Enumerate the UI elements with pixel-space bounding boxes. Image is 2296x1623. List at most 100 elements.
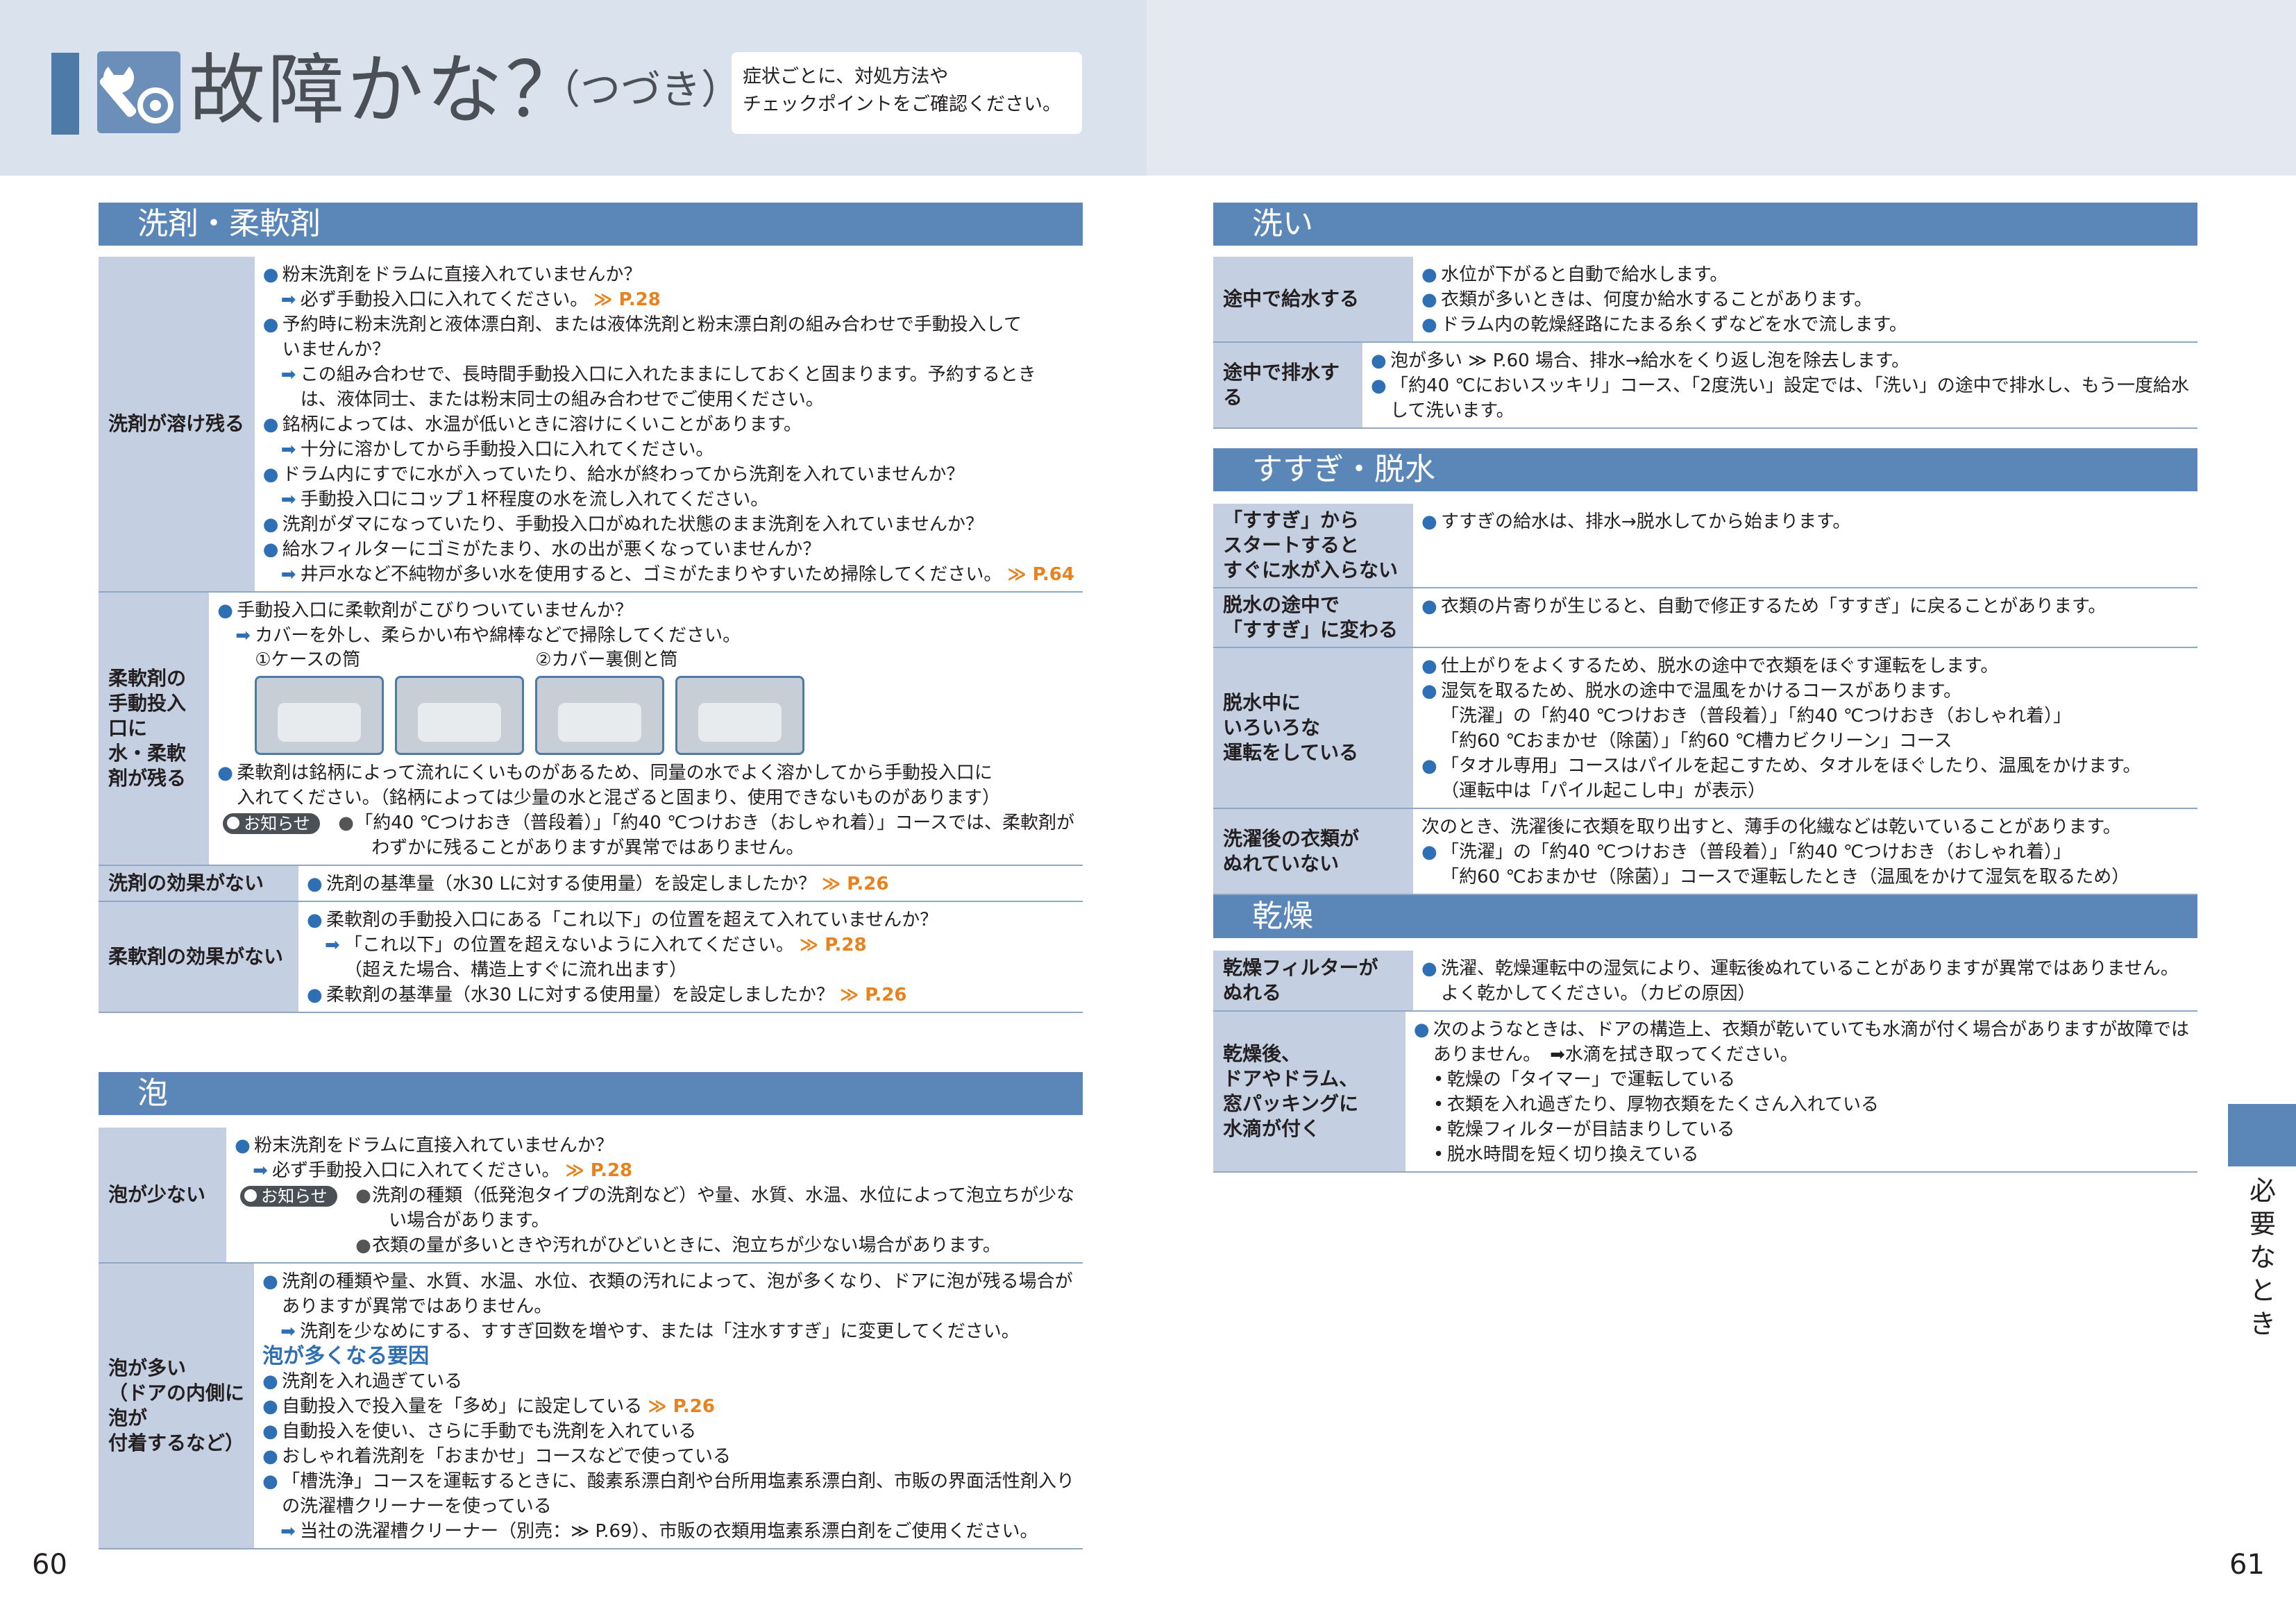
content-line: 乾燥の「タイマー」で運転している: [1414, 1067, 2189, 1092]
row-label-text: 柔軟剤の効果がない: [108, 944, 283, 969]
line-text: 必ず手動投入口に入れてください。: [300, 289, 589, 310]
content-line: 自動投入で投入量を「多め」に設定している≫ P.26: [262, 1394, 1074, 1419]
content-line: 給水フィルターにゴミがたまり、水の出が悪くなっていませんか？: [263, 537, 1074, 562]
line-text: 衣類の片寄りが生じると、自動で修正するため「すすぎ」に戻ることがあります。: [1441, 596, 2107, 617]
dispenser-photo: [535, 676, 665, 755]
content-line: して洗います。: [1371, 398, 2189, 423]
table-detergent: 洗剤が溶け残る粉末洗剤をドラムに直接入れていませんか？必ず手動投入口に入れてくだ…: [99, 257, 1083, 1013]
row-content: 柔軟剤の手動投入口にある「これ以下」の位置を超えて入れていませんか？「これ以下」…: [298, 902, 1083, 1012]
line-text: 「約60 ℃おまかせ（除菌）」「約60 ℃槽カビクリーン」コース: [1441, 731, 1952, 751]
content-line: 柔軟剤の基準量（水30 Lに対する使用量）を設定しましたか？≫ P.26: [307, 983, 1074, 1008]
line-text: 衣類の量が多いときや汚れがひどいときに、泡立ちが少ない場合があります。: [372, 1235, 1001, 1256]
section-heading-detergent: 洗剤・柔軟剤: [99, 203, 1083, 246]
line-text: ドラム内にすでに水が入っていたり、給水が終わってから洗剤を入れていませんか？: [282, 464, 965, 485]
row-label-text: 「すすぎ」から スタートすると すぐに水が入らない: [1223, 508, 1398, 583]
content-line: ありますが異常ではありません。: [262, 1294, 1074, 1319]
row-content: 洗剤の種類や量、水質、水温、水位、衣類の汚れによって、泡が多くなり、ドアに泡が残…: [254, 1264, 1083, 1548]
content-line: 入れてください。（銘柄によっては少量の水と混ざると固まり、使用できないものがあり…: [217, 785, 1074, 810]
label-line: 脱水中に: [1223, 691, 1301, 714]
table-row: 途中で排水する泡が多い ≫ P.60 場合、排水→給水をくり返し泡を除去します。…: [1213, 343, 2197, 429]
content-line: 衣類の量が多いときや汚れがひどいときに、泡立ちが少ない場合があります。: [235, 1233, 1074, 1258]
table-row: 泡が少ない粉末洗剤をドラムに直接入れていませんか？必ず手動投入口に入れてください…: [99, 1128, 1083, 1264]
line-text: 洗剤の基準量（水30 Lに対する使用量）を設定しましたか？: [326, 874, 816, 894]
line-text: 乾燥の「タイマー」で運転している: [1446, 1069, 1736, 1090]
content-line: 洗剤を入れ過ぎている: [262, 1369, 1074, 1394]
line-text: の洗濯槽クリーナーを使っている: [282, 1496, 552, 1517]
label-line: スタートすると: [1223, 534, 1360, 556]
line-text: 柔軟剤は銘柄によって流れにくいものがあるため、同量の水でよく溶かしてから手動投入…: [237, 763, 993, 783]
page-title: 故障かな？: [189, 46, 584, 135]
line-text: して洗います。: [1390, 400, 1514, 421]
label-line: ドアやドラム、: [1223, 1067, 1359, 1090]
content-line: 仕上がりをよくするため、脱水の途中で衣類をほぐす運転をします。: [1421, 654, 2189, 679]
row-content: 衣類の片寄りが生じると、自動で修正するため「すすぎ」に戻ることがあります。: [1413, 588, 2197, 647]
side-tab[interactable]: [2228, 1104, 2296, 1166]
dispenser-photo: [255, 676, 385, 755]
row-content: 粉末洗剤をドラムに直接入れていませんか？必ず手動投入口に入れてください。≫ P.…: [255, 257, 1083, 591]
line-text: 柔軟剤の手動投入口にある「これ以下」の位置を超えて入れていませんか？: [326, 910, 938, 931]
content-line: 洗剤の基準量（水30 Lに対する使用量）を設定しましたか？≫ P.26: [307, 872, 1074, 897]
label-line: ぬれる: [1223, 981, 1282, 1004]
line-text: 衣類が多いときは、何度か給水することがあります。: [1441, 289, 1873, 310]
content-line: 必ず手動投入口に入れてください。≫ P.28: [235, 1158, 1074, 1183]
line-text: よく乾かしてください。（カビの原因）: [1441, 983, 1756, 1004]
content-line: 洗濯、乾燥運転中の湿気により、運転後ぬれていることがありますが異常ではありません…: [1421, 956, 2189, 981]
label-line: 脱水の途中で: [1223, 593, 1340, 616]
table-row: 乾燥後、ドアやドラム、窓パッキングに水滴が付く 次のようなときは、ドアの構造上、衣…: [1213, 1012, 2197, 1173]
table-row: 柔軟剤の効果がない柔軟剤の手動投入口にある「これ以下」の位置を超えて入れていませ…: [99, 902, 1083, 1013]
line-text: 入れてください。（銘柄によっては少量の水と混ざると固まり、使用できないものがあり…: [237, 788, 1001, 808]
label-line: 洗濯後の衣類が: [1223, 827, 1360, 850]
side-tab-label: 必要なとき: [2249, 1175, 2276, 1339]
content-line: 粉末洗剤をドラムに直接入れていませんか？: [235, 1133, 1074, 1158]
intro-note-line: 症状ごとに、対処方法や: [743, 66, 949, 87]
line-text: わずかに残ることがありますが異常ではありません。: [371, 838, 804, 858]
line-text: 次のようなときは、ドアの構造上、衣類が乾いていても水滴が付く場合がありますが故障…: [1433, 1019, 2189, 1040]
row-label: 「すすぎ」から スタートすると すぐに水が入らない: [1213, 504, 1413, 587]
content-line: 湿気を取るため、脱水の途中で温風をかけるコースがあります。: [1421, 679, 2189, 704]
table-row: 泡が多い （ドアの内側に泡が付着するなど） 洗剤の種類や量、水質、水温、水位、衣類の…: [99, 1264, 1083, 1549]
label-line: （ドアの内側に泡が: [108, 1382, 245, 1429]
page-ref: ≫ P.26: [821, 874, 889, 894]
photo-captions: ①ケースの筒 ②カバー裏側と筒: [255, 648, 1074, 672]
content-line: ドラム内の乾燥経路にたまる糸くずなどを水で流します。: [1421, 312, 2189, 337]
line-text: おしゃれ着洗剤を「おまかせ」コースなどで使っている: [282, 1446, 731, 1467]
label-line: 柔軟剤の効果がない: [108, 945, 284, 968]
row-label: 脱水中に いろいろな 運転をしている: [1213, 648, 1413, 808]
section-heading-rinse: すすぎ・脱水: [1213, 448, 2197, 491]
line-text: 洗剤を少なめにする、すすぎ回数を増やす、または「注水すすぎ」に変更してください。: [300, 1321, 1020, 1342]
row-label: 脱水の途中で 「すすぎ」に変わる: [1213, 588, 1413, 647]
page-number-left: 60: [32, 1549, 67, 1581]
line-text: この組み合わせで、長時間手動投入口に入れたままにしておくと固まります。予約すると…: [300, 364, 1036, 385]
label-line: いろいろな: [1223, 716, 1321, 739]
line-text: 脱水時間を短く切り換えている: [1446, 1144, 1699, 1165]
line-text: 「タオル専用」コースはパイルを起こすため、タオルをほぐしたり、温風をかけます。: [1441, 756, 2141, 776]
label-line: 乾燥フィルターが: [1223, 956, 1378, 979]
content-line: 井戸水など不純物が多い水を使用すると、ゴミがたまりやすいため掃除してください。≫…: [263, 562, 1074, 587]
line-text: 手動投入口に柔軟剤がこびりついていませんか？: [237, 600, 633, 621]
line-text: ありません。 ➡水滴を拭き取ってください。: [1433, 1044, 1798, 1065]
line-text: 洗剤を入れ過ぎている: [282, 1371, 463, 1392]
row-content: すすぎの給水は、排水→脱水してから始まります。: [1413, 504, 2197, 587]
label-line: 手動投入口に: [108, 692, 187, 740]
row-content: 洗濯、乾燥運転中の湿気により、運転後ぬれていることがありますが異常ではありません…: [1413, 951, 2197, 1010]
content-line: 衣類の片寄りが生じると、自動で修正するため「すすぎ」に戻ることがあります。: [1421, 594, 2189, 619]
label-line: 洗剤が溶け残る: [108, 412, 245, 435]
table-foam: 泡が少ない粉末洗剤をドラムに直接入れていませんか？必ず手動投入口に入れてください…: [99, 1128, 1083, 1549]
line-text: （運転中は「パイル起こし中」が表示）: [1441, 781, 1766, 801]
row-label: 泡が少ない: [99, 1128, 227, 1262]
content-line: 水位が下がると自動で給水します。: [1421, 262, 2189, 287]
section-heading-dry: 乾燥: [1213, 895, 2197, 938]
content-line: ドラム内にすでに水が入っていたり、給水が終わってから洗剤を入れていませんか？: [263, 462, 1074, 487]
line-text: 銘柄によっては、水温が低いときに溶けにくいことがあります。: [282, 414, 802, 435]
label-line: 付着するなど）: [108, 1431, 245, 1454]
content-line: 柔軟剤の手動投入口にある「これ以下」の位置を超えて入れていませんか？: [307, 908, 1074, 933]
line-text: 井戸水など不純物が多い水を使用すると、ゴミがたまりやすいため掃除してください。: [300, 564, 1002, 585]
page-header-right: [1147, 0, 2296, 176]
line-text: 洗剤の種類（低発泡タイプの洗剤など）や量、水質、水温、水位によって泡立ちが少な: [372, 1185, 1074, 1206]
label-line: 洗剤の効果がない: [108, 872, 264, 894]
content-line: 「約40 ℃においスッキリ」コース、「2度洗い」設定では、「洗い」の途中で排水し…: [1371, 373, 2189, 398]
content-line: 自動投入を使い、さらに手動でも洗剤を入れている: [262, 1419, 1074, 1444]
line-text: 「約40 ℃つけおき（普段着）」「約40 ℃つけおき（おしゃれ着）」コースでは、…: [355, 813, 1074, 833]
row-label: 乾燥後、 ドアやドラム、 窓パッキングに 水滴が付く: [1213, 1012, 1406, 1171]
line-text: 自動投入で投入量を「多め」に設定している: [282, 1396, 643, 1417]
